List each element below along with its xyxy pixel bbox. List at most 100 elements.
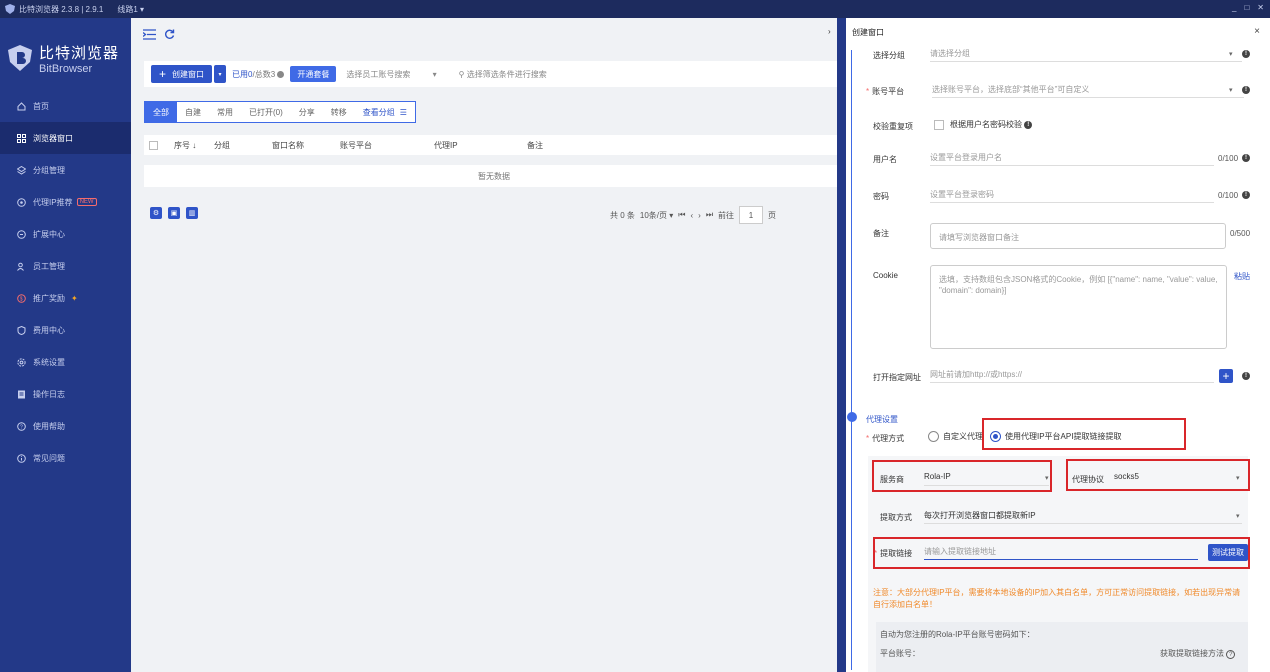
- create-window-button[interactable]: + 创建窗口: [151, 65, 213, 83]
- username-count: 0/100: [1218, 154, 1239, 163]
- brand-name-en: BitBrowser: [39, 62, 93, 75]
- tab-opened[interactable]: 已打开(0): [241, 102, 291, 122]
- table-footer: ⚙ ▣ ▥ 共 0 条 10条/页 ▾ ⏮ ‹ › ⏭ 前往 1 页: [144, 203, 844, 224]
- column-platform: 账号平台: [340, 141, 372, 150]
- column-remark: 备注: [527, 141, 543, 150]
- tab-common[interactable]: 常用: [209, 102, 241, 122]
- title-bar: 比特浏览器 2.3.8 | 2.9.1 线路1 ▾ _ □ ✕: [0, 0, 1270, 18]
- page-input[interactable]: 1: [739, 206, 764, 224]
- group-label: 选择分组: [873, 51, 905, 60]
- chevron-down-icon: ▾: [1229, 51, 1233, 58]
- info-icon: !: [1242, 191, 1250, 199]
- sidebar-item-proxy-recommend[interactable]: 代理IP推荐 NEW: [0, 186, 131, 218]
- page-size-select[interactable]: 10条/页 ▾: [640, 210, 673, 221]
- username-label: 用户名: [873, 155, 897, 164]
- tab-self-built[interactable]: 自建: [177, 102, 209, 122]
- app-title: 比特浏览器 2.3.8 | 2.9.1: [19, 4, 104, 14]
- username-input[interactable]: 设置平台登录用户名: [930, 152, 1214, 166]
- trash-icon[interactable]: ▣: [168, 207, 180, 219]
- remark-input[interactable]: 请填写浏览器窗口备注: [930, 223, 1226, 249]
- plus-icon: +: [159, 67, 167, 81]
- paste-link[interactable]: 粘贴: [1234, 271, 1250, 282]
- remark-label: 备注: [873, 229, 889, 238]
- url-input[interactable]: 网址前请加http://或https://: [930, 369, 1214, 383]
- maximize-button[interactable]: □: [1244, 3, 1249, 12]
- cookie-textarea[interactable]: 选填，支持数组包含JSON格式的Cookie，例如 [{"name": name…: [930, 265, 1227, 349]
- tab-transfer[interactable]: 转移: [323, 102, 355, 122]
- platform-account-label: 平台账号：: [880, 649, 920, 658]
- select-all-checkbox[interactable]: [149, 140, 158, 150]
- new-badge: NEW: [76, 198, 97, 206]
- column-group: 分组: [214, 141, 230, 150]
- minimize-button[interactable]: _: [1232, 3, 1236, 12]
- highlight-proxy-method: [982, 418, 1186, 450]
- create-window-drawer: 创建窗口 × 选择分组 请选择分组 ▾ ! * 账号平台 选择账号平台，选择底部“…: [846, 18, 1270, 672]
- prev-page-icon[interactable]: ‹: [690, 211, 693, 220]
- staff-search-select[interactable]: 选择员工账号搜索 ▾: [346, 69, 436, 80]
- first-page-icon[interactable]: ⏮: [678, 210, 685, 220]
- table-header: 序号 ↓ 分组 窗口名称 账号平台 代理IP 备注: [144, 135, 844, 155]
- info-icon: !: [1242, 86, 1250, 94]
- sparkle-icon: ✦: [71, 293, 78, 303]
- grid-icon: [17, 133, 26, 143]
- proxy-method-custom-radio[interactable]: 自定义代理: [928, 431, 983, 443]
- last-page-icon[interactable]: ⏭: [706, 210, 713, 220]
- sidebar-item-settings[interactable]: 系统设置: [0, 346, 131, 378]
- sidebar-item-extensions[interactable]: 扩展中心: [0, 218, 131, 250]
- sidebar-item-faq[interactable]: 常见问题: [0, 442, 131, 474]
- chevron-down-icon: ▾: [218, 71, 222, 78]
- help-icon: ?: [17, 421, 26, 431]
- sidebar-item-group-management[interactable]: 分组管理: [0, 154, 131, 186]
- app-logo-icon: [5, 4, 15, 14]
- sidebar-item-home[interactable]: 首页: [0, 90, 131, 122]
- proxy-method-label: * 代理方式: [866, 434, 905, 443]
- chevron-down-icon: ▾: [1236, 513, 1240, 520]
- filter-search-input[interactable]: ⚲ 选择筛选条件进行搜索: [459, 69, 547, 80]
- info-icon: !: [1024, 120, 1033, 129]
- platform-select[interactable]: 选择账号平台，选择底部“其他平台”可自定义: [932, 84, 1244, 98]
- chevron-down-icon: ▾: [432, 69, 437, 79]
- dup-check-checkbox[interactable]: 根据用户名密码校验 !: [934, 119, 1033, 130]
- section-dot: [847, 412, 857, 422]
- sidebar-item-help[interactable]: ? 使用帮助: [0, 410, 131, 442]
- get-link-method-link[interactable]: 获取提取链接方法 ?: [1160, 648, 1236, 659]
- add-url-button[interactable]: +: [1219, 369, 1233, 383]
- refresh-icon[interactable]: [164, 29, 175, 40]
- password-count: 0/100: [1218, 191, 1239, 200]
- drawer-close-button[interactable]: ×: [1254, 26, 1260, 37]
- window-toolbar: + 创建窗口 ▾ 已用0/总数3 开通套餐 选择员工账号搜索 ▾ ⚲ 选择筛选条件…: [144, 61, 844, 87]
- tab-shared[interactable]: 分享: [291, 102, 323, 122]
- group-select[interactable]: 请选择分组: [930, 48, 1242, 62]
- gift-icon: $: [17, 293, 26, 303]
- sidebar-item-logs[interactable]: 操作日志: [0, 378, 131, 410]
- sidebar-item-billing[interactable]: 费用中心: [0, 314, 131, 346]
- tab-all[interactable]: 全部: [145, 102, 177, 122]
- password-input[interactable]: 设置平台登录密码: [930, 189, 1214, 203]
- close-window-button[interactable]: ✕: [1257, 3, 1264, 12]
- location-icon: [17, 197, 26, 207]
- brand-name-cn: 比特浏览器: [39, 44, 120, 62]
- menu-toggle-icon[interactable]: [143, 28, 156, 40]
- chevron-right-icon[interactable]: ›: [828, 27, 831, 36]
- password-label: 密码: [873, 192, 889, 201]
- sidebar-item-rewards[interactable]: $ 推广奖励 ✦: [0, 282, 131, 314]
- sidebar-item-browser-window[interactable]: 浏览器窗口: [0, 122, 131, 154]
- drawer-title: 创建窗口: [852, 28, 884, 37]
- extract-mode-select[interactable]: 每次打开浏览器窗口都提取新IP: [924, 510, 1242, 524]
- next-page-icon[interactable]: ›: [698, 211, 701, 220]
- chevron-down-icon: ▾: [1229, 87, 1233, 94]
- create-window-dropdown[interactable]: ▾: [214, 65, 227, 83]
- route-select[interactable]: 线路1 ▾: [117, 4, 144, 15]
- sidebar-item-staff[interactable]: 员工管理: [0, 250, 131, 282]
- delete-icon[interactable]: ▥: [186, 207, 198, 219]
- layers-icon: [17, 165, 26, 175]
- pagination: 共 0 条 10条/页 ▾ ⏮ ‹ › ⏭ 前往 1 页: [610, 206, 776, 224]
- shield-icon: [17, 325, 26, 335]
- extract-mode-label: 提取方式: [880, 513, 912, 522]
- usage-count: 已用0/总数3: [232, 69, 285, 80]
- settings-icon[interactable]: ⚙: [150, 207, 162, 219]
- view-groups-link[interactable]: 查看分组 ☰: [355, 102, 415, 122]
- dup-check-label: 校验重复项: [873, 122, 913, 131]
- open-package-button[interactable]: 开通套餐: [290, 66, 337, 82]
- column-index[interactable]: 序号 ↓: [174, 140, 196, 151]
